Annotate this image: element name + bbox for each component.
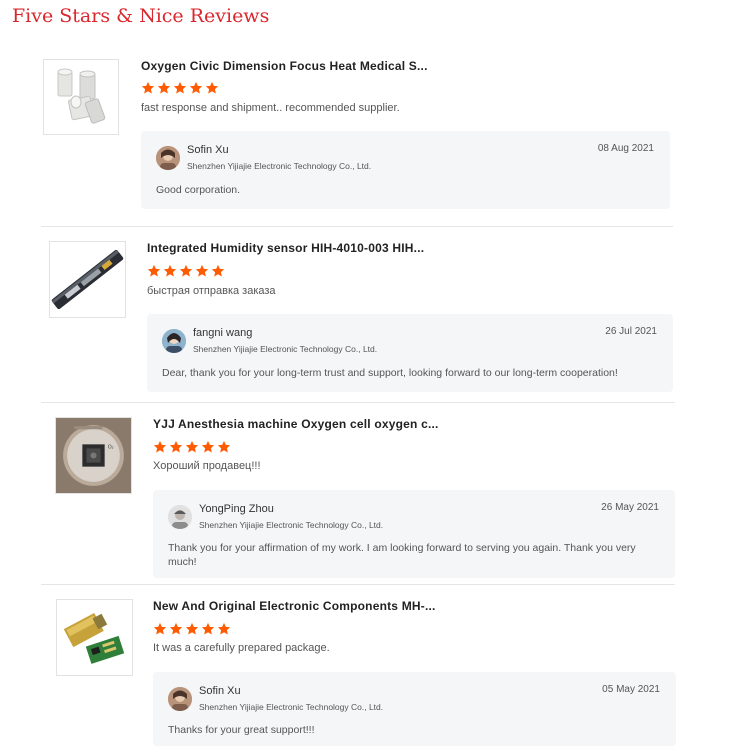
star-icon bbox=[205, 81, 219, 95]
review-comment: It was a carefully prepared package. bbox=[153, 642, 330, 654]
product-thumbnail[interactable] bbox=[49, 241, 126, 318]
seller-company: Shenzhen Yijiajie Electronic Technology … bbox=[193, 344, 378, 354]
seller-company: Shenzhen Yijiajie Electronic Technology … bbox=[199, 520, 384, 530]
reply-text-line: much! bbox=[168, 556, 197, 568]
star-icon bbox=[163, 264, 177, 278]
review-item: New And Original Electronic Components M… bbox=[56, 599, 686, 749]
reply-text: Thanks for your great support!!! bbox=[168, 724, 315, 736]
page-title: Five Stars & Nice Reviews bbox=[12, 5, 270, 27]
star-rating bbox=[147, 264, 225, 278]
divider bbox=[41, 402, 675, 403]
star-icon bbox=[185, 622, 199, 636]
product-title[interactable]: YJJ Anesthesia machine Oxygen cell oxyge… bbox=[153, 417, 439, 431]
star-icon bbox=[217, 622, 231, 636]
star-icon bbox=[195, 264, 209, 278]
reply-date: 05 May 2021 bbox=[602, 684, 660, 695]
product-thumbnail[interactable]: O₂ bbox=[55, 417, 132, 494]
review-item: Integrated Humidity sensor HIH-4010-003 … bbox=[49, 241, 679, 401]
reply-date: 26 Jul 2021 bbox=[605, 326, 657, 337]
star-icon bbox=[185, 440, 199, 454]
reply-date: 08 Aug 2021 bbox=[597, 143, 654, 154]
star-icon bbox=[189, 81, 203, 95]
star-icon bbox=[201, 622, 215, 636]
star-icon bbox=[141, 81, 155, 95]
seller-reply: Sofin Xu Shenzhen Yijiajie Electronic Te… bbox=[153, 672, 676, 746]
review-item: O₂ YJJ Anesthesia machine Oxygen cell ox… bbox=[55, 417, 685, 587]
star-icon bbox=[179, 264, 193, 278]
star-rating bbox=[153, 622, 231, 636]
reply-date: 26 May 2021 bbox=[601, 502, 659, 513]
seller-reply: YongPing Zhou Shenzhen Yijiajie Electron… bbox=[153, 490, 675, 578]
review-item: Oxygen Civic Dimension Focus Heat Medica… bbox=[43, 58, 673, 218]
divider bbox=[41, 584, 675, 585]
star-icon bbox=[169, 622, 183, 636]
seller-company: Shenzhen Yijiajie Electronic Technology … bbox=[187, 161, 372, 171]
seller-name: fangni wang bbox=[193, 327, 253, 339]
reply-text: Dear, thank you for your long-term trust… bbox=[162, 367, 618, 379]
seller-name: Sofin Xu bbox=[199, 685, 241, 697]
reply-text-line: Thank you for your affirmation of my wor… bbox=[168, 542, 636, 554]
star-icon bbox=[157, 81, 171, 95]
avatar bbox=[162, 329, 186, 353]
star-icon bbox=[217, 440, 231, 454]
review-comment: Хороший продавец!!! bbox=[153, 460, 261, 472]
product-title[interactable]: Oxygen Civic Dimension Focus Heat Medica… bbox=[141, 59, 428, 73]
product-title[interactable]: New And Original Electronic Components M… bbox=[153, 599, 436, 613]
star-icon bbox=[147, 264, 161, 278]
product-thumbnail[interactable] bbox=[56, 599, 133, 676]
star-icon bbox=[173, 81, 187, 95]
star-rating bbox=[141, 81, 219, 95]
seller-name: YongPing Zhou bbox=[199, 503, 274, 515]
star-icon bbox=[201, 440, 215, 454]
review-comment: быстрая отправка заказа bbox=[147, 285, 276, 297]
reply-text: Good corporation. bbox=[156, 184, 241, 196]
divider bbox=[41, 226, 673, 227]
star-icon bbox=[153, 622, 167, 636]
seller-reply: fangni wang Shenzhen Yijiajie Electronic… bbox=[147, 314, 673, 392]
star-icon bbox=[211, 264, 225, 278]
product-thumbnail[interactable] bbox=[43, 59, 119, 135]
seller-company: Shenzhen Yijiajie Electronic Technology … bbox=[199, 702, 384, 712]
svg-text:O₂: O₂ bbox=[108, 444, 114, 450]
star-icon bbox=[153, 440, 167, 454]
star-rating bbox=[153, 440, 231, 454]
seller-reply: Sofin Xu Shenzhen Yijiajie Electronic Te… bbox=[141, 131, 670, 209]
avatar bbox=[156, 146, 180, 170]
reply-text: Thank you for your affirmation of my wor… bbox=[168, 541, 648, 569]
product-title[interactable]: Integrated Humidity sensor HIH-4010-003 … bbox=[147, 241, 424, 255]
star-icon bbox=[169, 440, 183, 454]
review-comment: fast response and shipment.. recommended… bbox=[141, 102, 400, 114]
seller-name: Sofin Xu bbox=[187, 144, 229, 156]
avatar bbox=[168, 505, 192, 529]
avatar bbox=[168, 687, 192, 711]
